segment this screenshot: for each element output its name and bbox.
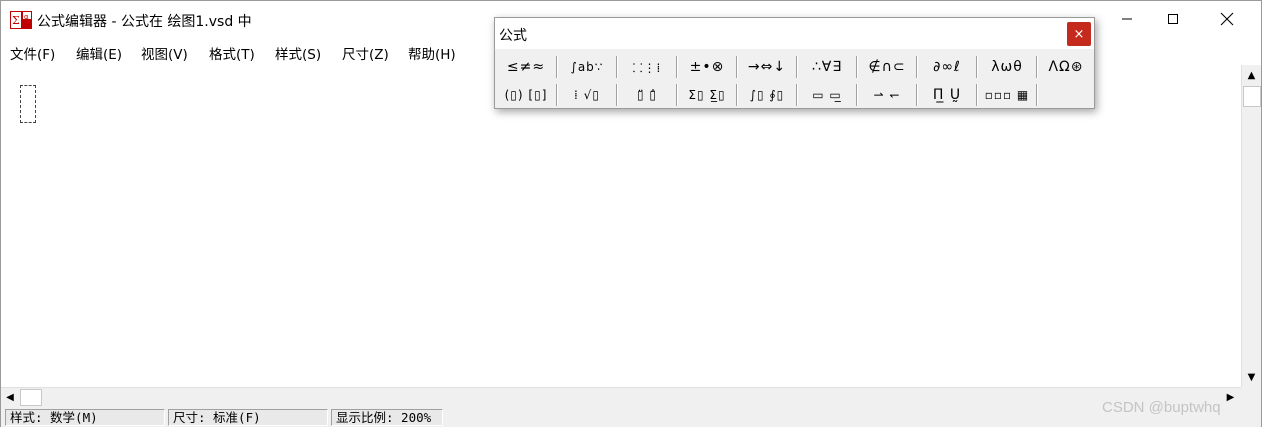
miscellaneous-symbols-button[interactable]: ∂∞ℓ — [919, 54, 975, 80]
maximize-button[interactable] — [1150, 1, 1196, 37]
matrix-templates-button[interactable]: ▫▫▫ ▦ — [979, 82, 1035, 108]
palette-separator — [676, 84, 678, 106]
minimize-button[interactable] — [1104, 1, 1150, 37]
greek-uppercase-button[interactable]: ΛΩ⊛ — [1039, 54, 1093, 80]
products-set-theory-templates-button[interactable]: Π̲ Ṵ — [919, 82, 975, 108]
horizontal-scrollbar[interactable]: ◀ ▶ — [1, 387, 1241, 407]
scroll-down-icon[interactable]: ▼ — [1242, 367, 1261, 387]
integral-templates-button[interactable]: ∫▯ ∮▯ — [739, 82, 795, 108]
status-bar: 样式: 数学(M) 尺寸: 标准(F) 显示比例: 200% — [1, 407, 1261, 427]
formula-palette: 公式 × ≤≠≈ ∫ab∵ ⸬⋮⁞ ±•⊗ →⇔↓ ∴∀∃ ∉∩⊂ ∂∞ℓ λω… — [494, 17, 1095, 109]
scroll-right-icon[interactable]: ▶ — [1221, 388, 1240, 407]
palette-separator — [616, 56, 618, 78]
palette-close-button[interactable]: × — [1067, 22, 1091, 46]
formula-editing-area[interactable] — [1, 65, 1241, 387]
palette-separator — [736, 84, 738, 106]
underbar-overbar-templates-button[interactable]: ▭ ▭̲ — [799, 82, 855, 108]
palette-separator — [976, 56, 978, 78]
set-theory-symbols-button[interactable]: ∉∩⊂ — [859, 54, 915, 80]
palette-separator — [1036, 56, 1038, 78]
menu-edit[interactable]: 编辑(E) — [76, 43, 122, 63]
svg-text:Σ: Σ — [12, 14, 20, 27]
operator-symbols-button[interactable]: ±•⊗ — [679, 54, 735, 80]
svg-text:α: α — [24, 13, 29, 21]
status-size: 尺寸: 标准(F) — [168, 409, 328, 426]
status-style: 样式: 数学(M) — [5, 409, 165, 426]
close-icon: × — [1073, 26, 1085, 42]
scrollbar-corner — [1241, 387, 1261, 407]
status-zoom: 显示比例: 200% — [331, 409, 443, 426]
greek-lowercase-button[interactable]: λωθ — [979, 54, 1035, 80]
vertical-scrollbar[interactable]: ▲ ▼ — [1241, 65, 1261, 387]
palette-separator — [856, 84, 858, 106]
labeled-arrow-templates-button[interactable]: ⇀ ↽ — [859, 82, 915, 108]
relational-symbols-button[interactable]: ≤≠≈ — [497, 54, 555, 80]
palette-separator — [916, 56, 918, 78]
fraction-radical-templates-button[interactable]: ⁞ √▯ — [559, 82, 615, 108]
equation-editor-icon: Σ α — [10, 11, 32, 29]
palette-separator — [556, 84, 558, 106]
menu-file[interactable]: 文件(F) — [10, 43, 55, 63]
subscript-superscript-templates-button[interactable]: ▯̈ ▯̂ — [619, 82, 675, 108]
close-button[interactable] — [1204, 1, 1250, 37]
palette-separator — [616, 84, 618, 106]
palette-separator — [736, 56, 738, 78]
empty-slot-placeholder[interactable] — [20, 85, 36, 123]
palette-symbol-row: ≤≠≈ ∫ab∵ ⸬⋮⁞ ±•⊗ →⇔↓ ∴∀∃ ∉∩⊂ ∂∞ℓ λωθ ΛΩ⊛ — [495, 54, 1094, 80]
maximize-icon — [1168, 14, 1178, 24]
scroll-up-icon[interactable]: ▲ — [1242, 65, 1261, 85]
summation-templates-button[interactable]: Σ▯ Σ̲▯ — [679, 82, 735, 108]
palette-title-bar[interactable]: 公式 × — [495, 18, 1094, 49]
close-icon — [1220, 12, 1234, 26]
palette-template-row: (▯) [▯] ⁞ √▯ ▯̈ ▯̂ Σ▯ Σ̲▯ ∫▯ ∮▯ ▭ ▭̲ ⇀ ↽… — [495, 82, 1094, 108]
menu-size[interactable]: 尺寸(Z) — [342, 43, 389, 63]
logical-symbols-button[interactable]: ∴∀∃ — [799, 54, 855, 80]
spaces-ellipses-button[interactable]: ∫ab∵ — [559, 54, 615, 80]
watermark: CSDN @buptwhq — [1102, 399, 1221, 416]
menu-view[interactable]: 视图(V) — [141, 43, 188, 63]
palette-separator — [676, 56, 678, 78]
menu-format[interactable]: 格式(T) — [209, 43, 255, 63]
embellishments-button[interactable]: ⸬⋮⁞ — [619, 54, 675, 80]
palette-separator — [976, 84, 978, 106]
scroll-left-icon[interactable]: ◀ — [1, 388, 19, 407]
palette-separator — [856, 56, 858, 78]
palette-title: 公式 — [499, 28, 527, 44]
menu-help[interactable]: 帮助(H) — [408, 43, 456, 63]
horizontal-scroll-thumb[interactable] — [20, 389, 42, 406]
fence-templates-button[interactable]: (▯) [▯] — [497, 82, 555, 108]
palette-separator — [916, 84, 918, 106]
palette-separator — [1036, 84, 1038, 106]
palette-separator — [796, 84, 798, 106]
arrow-symbols-button[interactable]: →⇔↓ — [739, 54, 795, 80]
palette-separator — [796, 56, 798, 78]
menu-style[interactable]: 样式(S) — [275, 43, 321, 63]
vertical-scroll-thumb[interactable] — [1243, 86, 1261, 107]
palette-separator — [556, 56, 558, 78]
window-title: 公式编辑器 - 公式在 绘图1.vsd 中 — [37, 14, 252, 30]
minimize-icon — [1122, 18, 1132, 20]
